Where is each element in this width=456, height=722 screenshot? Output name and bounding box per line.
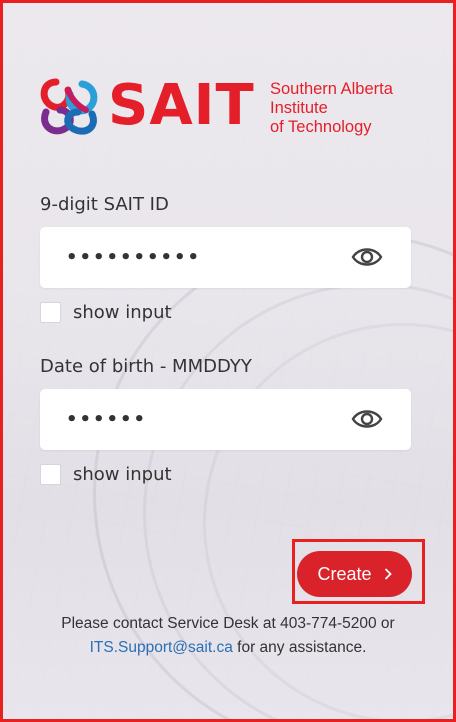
create-button-label: Create (317, 563, 372, 584)
sait-full-name-line: Southern Alberta (270, 80, 393, 98)
sait-id-field[interactable]: •••••••••• (40, 227, 411, 288)
sait-full-name-line: Institute (270, 99, 328, 117)
show-input-label[interactable]: show input (73, 464, 172, 485)
help-text-tail: for any assistance. (232, 639, 367, 656)
show-input-checkbox[interactable] (40, 463, 61, 485)
sait-wordmark: SAIT (108, 73, 255, 138)
sait-id-label: 9-digit SAIT ID (40, 194, 169, 215)
show-input-label[interactable]: show input (73, 302, 172, 323)
eye-icon[interactable] (351, 406, 383, 432)
sait-id-masked-value: •••••••••• (66, 247, 202, 268)
support-email-link[interactable]: ITS.Support@sait.ca (90, 639, 233, 656)
dob-label: Date of birth - MMDDYY (40, 356, 252, 377)
eye-icon[interactable] (351, 244, 383, 270)
sait-full-name: Southern Alberta Institute of Technology (270, 80, 393, 137)
dob-show-input[interactable]: show input (40, 462, 172, 486)
sait-logo-mark-icon (40, 78, 98, 135)
help-text-line: Please contact Service Desk at 403-774-5… (61, 615, 395, 632)
show-input-checkbox[interactable] (40, 301, 61, 323)
chevron-right-icon (384, 568, 392, 580)
sait-id-show-input[interactable]: show input (40, 300, 172, 324)
create-button[interactable]: Create (297, 551, 412, 597)
dob-field[interactable]: •••••• (40, 389, 411, 450)
sait-logo: SAIT Southern Alberta Institute of Techn… (38, 73, 418, 140)
sait-full-name-line: of Technology (270, 118, 372, 136)
dob-masked-value: •••••• (66, 409, 148, 430)
help-text: Please contact Service Desk at 403-774-5… (20, 612, 436, 660)
